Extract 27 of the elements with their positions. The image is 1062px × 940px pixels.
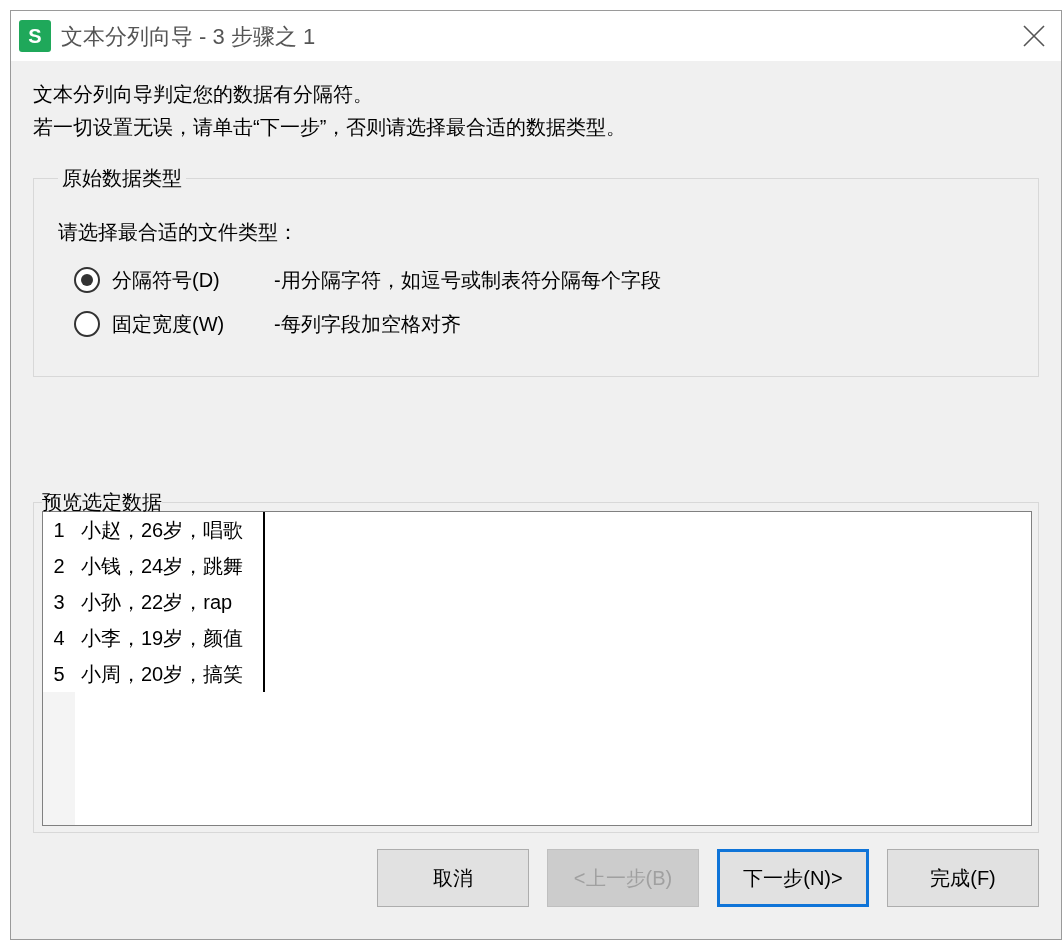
option-description: -每列字段加空格对齐 — [274, 312, 461, 337]
radio-button[interactable] — [74, 267, 100, 293]
preview-row-text: 小钱，24岁，跳舞 — [80, 554, 244, 579]
intro-text: 文本分列向导判定您的数据有分隔符。 — [33, 82, 374, 107]
prompt-label: 请选择最合适的文件类型： — [58, 220, 299, 245]
preview-row-text: 小李，19岁，颜值 — [80, 626, 244, 651]
option-description: -用分隔字符，如逗号或制表符分隔每个字段 — [274, 268, 661, 293]
line-number: 2 — [52, 554, 66, 579]
option-label[interactable]: 固定宽度(W) — [112, 309, 264, 339]
app-icon: S — [19, 20, 51, 52]
intro-text: 若一切设置无误，请单击“下一步”，否则请选择最合适的数据类型。 — [33, 115, 628, 140]
dialog-button[interactable]: 下一步(N)> — [717, 849, 869, 907]
group-title: 原始数据类型 — [61, 166, 183, 191]
window-title: 文本分列向导 - 3 步骤之 1 — [61, 22, 316, 51]
dialog-button[interactable]: 取消 — [377, 849, 529, 907]
preview-row-text: 小周，20岁，搞笑 — [80, 662, 244, 687]
preview-row-text: 小赵，26岁，唱歌 — [80, 518, 244, 543]
line-number: 5 — [52, 662, 66, 687]
close-icon[interactable] — [1023, 25, 1045, 47]
radio-button[interactable] — [74, 311, 100, 337]
preview-title: 预览选定数据 — [42, 493, 162, 511]
preview-row-text: 小孙，22岁，rap — [80, 590, 234, 615]
option-label[interactable]: 分隔符号(D) — [112, 265, 264, 295]
line-number: 1 — [52, 518, 66, 543]
line-number: 4 — [52, 626, 66, 651]
dialog-button[interactable]: 完成(F) — [887, 849, 1039, 907]
line-number: 3 — [52, 590, 66, 615]
